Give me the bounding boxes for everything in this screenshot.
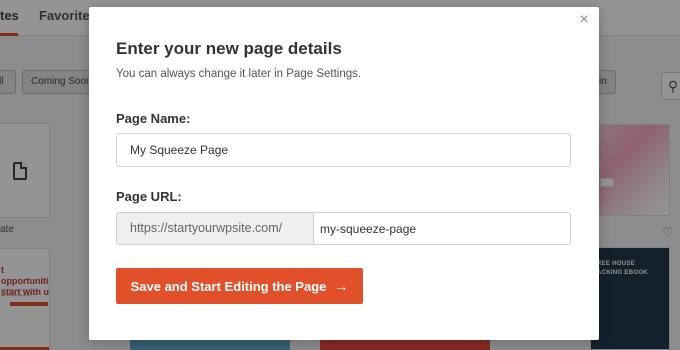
modal-subtitle: You can always change it later in Page S… xyxy=(116,68,362,80)
modal-title: Enter your new page details xyxy=(116,39,342,58)
page-url-field: https://startyourwpsite.com/ xyxy=(116,212,571,245)
new-page-modal: × Enter your new page details You can al… xyxy=(89,7,599,340)
page-url-slug-input[interactable] xyxy=(314,213,570,244)
arrow-right-icon: → xyxy=(334,278,349,294)
page-name-label: Page Name: xyxy=(116,111,191,126)
page-name-input[interactable] xyxy=(116,133,571,167)
save-and-edit-label: Save and Start Editing the Page xyxy=(130,278,327,294)
page-url-label: Page URL: xyxy=(116,189,182,204)
save-and-edit-button[interactable]: Save and Start Editing the Page → xyxy=(116,268,363,304)
url-prefix: https://startyourwpsite.com/ xyxy=(117,213,314,244)
close-icon[interactable]: × xyxy=(577,12,591,28)
